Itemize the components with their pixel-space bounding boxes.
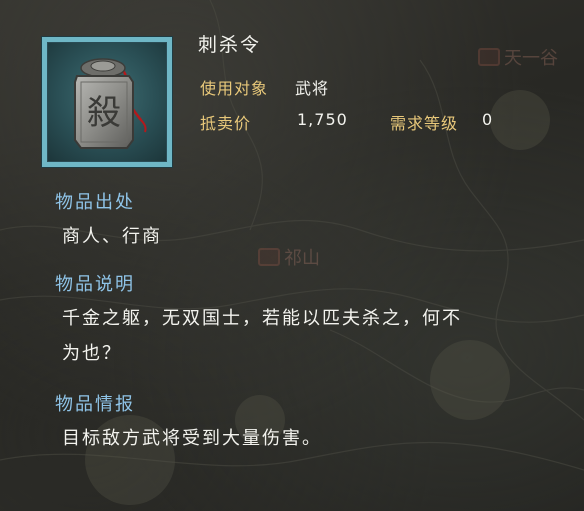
description-line-1: 千金之躯，无双国士，若能以匹夫杀之，何不 xyxy=(62,308,462,329)
source-heading: 物品出处 xyxy=(55,192,135,213)
item-icon-frame: 殺 xyxy=(42,37,172,167)
info-heading: 物品情报 xyxy=(55,394,135,415)
description-heading: 物品说明 xyxy=(55,274,135,295)
token-glyph: 殺 xyxy=(87,93,121,133)
info-text: 目标敌方武将受到大量伤害。 xyxy=(62,428,322,449)
map-label-text: 天一谷 xyxy=(504,48,558,69)
map-label-tianyigu: 天一谷 xyxy=(478,44,558,70)
required-level-label: 需求等级 xyxy=(390,114,459,133)
map-seal-icon xyxy=(478,48,500,66)
source-text: 商人、行商 xyxy=(62,226,162,247)
required-level-value: 0 xyxy=(482,110,494,129)
sell-price-label: 抵卖价 xyxy=(200,114,252,133)
sell-price-value: 1,750 xyxy=(297,110,348,129)
target-label: 使用对象 xyxy=(200,79,269,98)
target-value: 武将 xyxy=(295,79,330,98)
item-name: 刺杀令 xyxy=(198,34,262,56)
killing-seal-token-icon: 殺 xyxy=(74,58,147,149)
description-line-2: 为也？ xyxy=(62,343,122,364)
